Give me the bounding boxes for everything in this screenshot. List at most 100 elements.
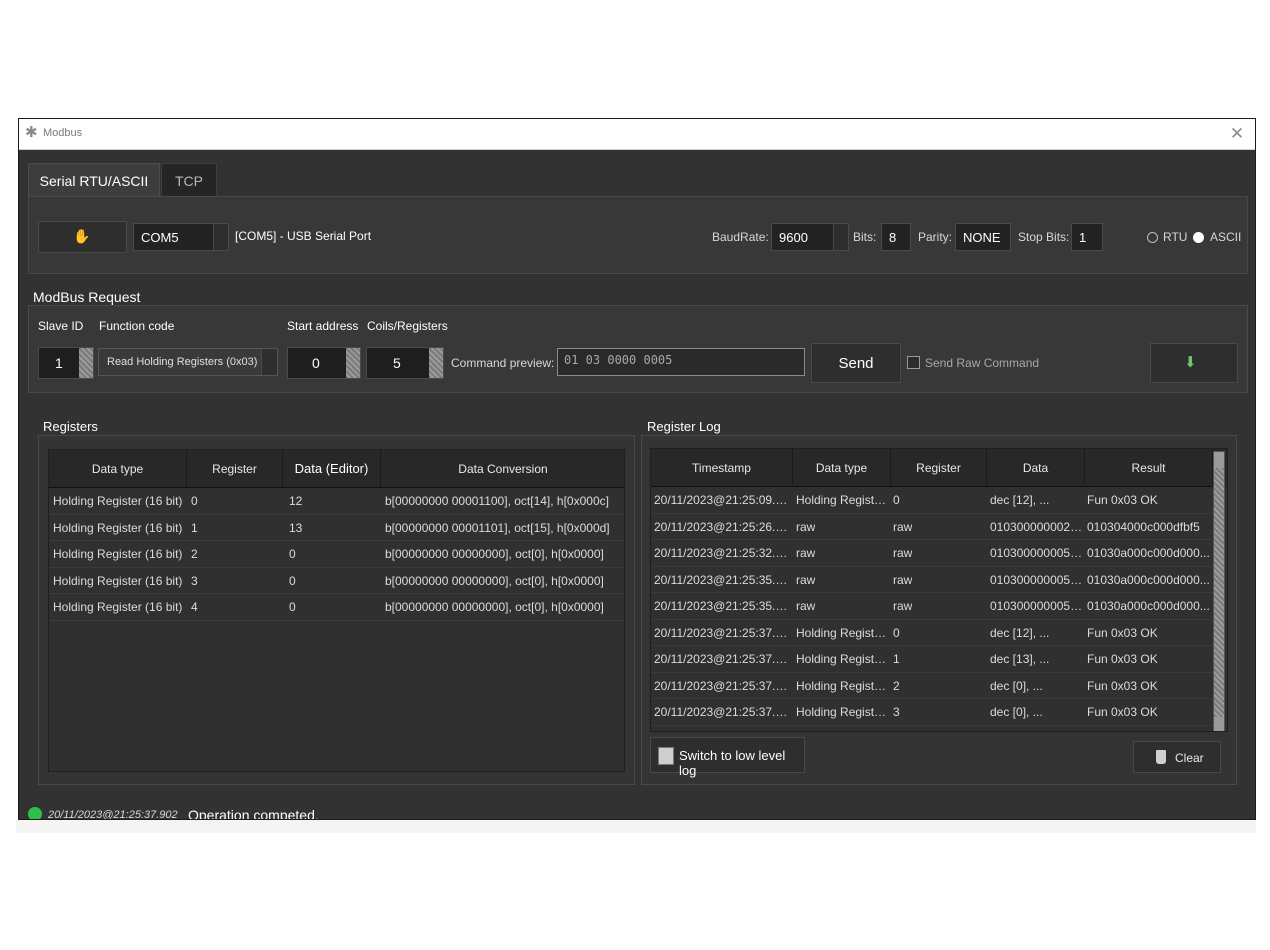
register-row[interactable]: Holding Register (16 bit) 2 0 b[00000000 00… <box>49 541 624 568</box>
cell-data-editor: 0 <box>289 600 296 614</box>
cell-result: Fun 0x03 OK <box>1087 493 1158 507</box>
stopbits-select[interactable]: 1 <box>1071 223 1103 251</box>
cell-result: 010304000c000dfbf5 <box>1087 519 1200 534</box>
tab-serial[interactable]: Serial RTU/ASCII <box>28 163 160 197</box>
col-data-conversion[interactable]: Data Conversion <box>381 450 624 488</box>
cell-timestamp: 20/11/2023@21:25:37.902 <box>654 705 794 719</box>
com-port-select[interactable]: COM5 <box>133 223 229 251</box>
cell-timestamp: 20/11/2023@21:25:37.902 <box>654 678 794 693</box>
cell-register: 4 <box>191 600 198 614</box>
col-timestamp[interactable]: Timestamp <box>651 449 793 487</box>
status-message: Operation competed. <box>188 807 319 820</box>
registers-title: Registers <box>43 419 98 434</box>
col-data-editor[interactable]: Data (Editor) <box>283 450 381 488</box>
col-log-data-type[interactable]: Data type <box>793 449 891 487</box>
parity-label: Parity: <box>918 230 953 244</box>
status-indicator <box>28 807 42 819</box>
log-row[interactable]: 20/11/2023@21:25:35.522 raw raw 01030000000… <box>651 593 1227 620</box>
register-row[interactable]: Holding Register (16 bit) 0 12 b[00000000 0… <box>49 488 624 515</box>
cell-data-conversion: b[00000000 00000000], oct[0], h[0x0000] <box>385 600 604 614</box>
mode-ascii-radio[interactable] <box>1193 232 1204 243</box>
slave-id-label: Slave ID <box>38 319 84 333</box>
coils-registers-stepper[interactable]: 5 <box>366 347 444 379</box>
scroll-down-arrow[interactable] <box>1214 717 1224 731</box>
log-row[interactable]: 20/11/2023@21:25:37.902 Holding Registe..… <box>651 646 1227 673</box>
log-row[interactable]: 20/11/2023@21:25:35.298 raw raw 01030000000… <box>651 567 1227 593</box>
log-row[interactable]: 20/11/2023@21:25:32.775 raw raw 01030000000… <box>651 540 1227 567</box>
port-description: [COM5] - USB Serial Port <box>235 229 372 243</box>
close-icon[interactable]: ✕ <box>1227 123 1247 145</box>
clear-log-button[interactable]: Clear <box>1133 741 1221 773</box>
log-scrollbar[interactable] <box>1213 451 1225 731</box>
cell-timestamp: 20/11/2023@21:25:32.775 <box>654 546 794 560</box>
register-row[interactable]: Holding Register (16 bit) 3 0 b[00000000 00… <box>49 568 624 594</box>
col-data-type[interactable]: Data type <box>49 450 187 488</box>
scroll-up-arrow[interactable] <box>1214 452 1224 468</box>
cell-data-type: Holding Registe... <box>796 678 890 693</box>
cell-register: 3 <box>893 705 900 719</box>
plug-icon: ✋ <box>73 228 91 244</box>
coils-registers-label: Coils/Registers <box>367 319 448 333</box>
cell-register: 0 <box>893 625 900 640</box>
switch-low-level-log-button[interactable]: Switch to low level log <box>650 737 805 778</box>
parity-select[interactable]: NONE <box>955 223 1011 251</box>
log-row[interactable]: 20/11/2023@21:25:37.902 Holding Registe..… <box>651 673 1227 699</box>
col-log-result[interactable]: Result <box>1085 449 1213 487</box>
col-log-data[interactable]: Data <box>987 449 1085 487</box>
cell-result: Fun 0x03 OK <box>1087 625 1158 640</box>
registers-table: Data type Register Data (Editor) Data Co… <box>48 449 625 772</box>
send-button[interactable]: Send <box>811 343 901 383</box>
serial-settings-panel: ✋ COM5 [COM5] - USB Serial Port BaudRate… <box>28 196 1248 274</box>
cell-data: 010300000002c... <box>990 519 1084 534</box>
status-timestamp: 20/11/2023@21:25:37.902 <box>48 809 178 820</box>
mode-rtu-radio[interactable] <box>1147 232 1158 243</box>
cell-data-type: Holding Registe... <box>796 625 890 640</box>
cell-result: 01030a000c000d000... <box>1087 546 1210 560</box>
cell-data-editor: 0 <box>289 547 296 561</box>
cell-data-editor: 12 <box>289 494 303 508</box>
cell-data: 0103000000058... <box>990 546 1084 560</box>
function-code-label: Function code <box>99 319 175 333</box>
cell-data: 0103000000058... <box>990 572 1084 587</box>
cell-data-conversion: b[00000000 00000000], oct[0], h[0x0000] <box>385 547 604 561</box>
send-raw-checkbox[interactable] <box>907 356 920 369</box>
col-register[interactable]: Register <box>187 450 283 488</box>
slave-id-stepper[interactable]: 1 <box>38 347 94 379</box>
tab-tcp[interactable]: TCP <box>161 163 217 197</box>
log-row[interactable]: 20/11/2023@21:25:09.879 Holding Registe..… <box>651 487 1227 514</box>
cell-data-type: raw <box>796 546 816 560</box>
log-row[interactable]: 20/11/2023@21:25:26.644 raw raw 01030000000… <box>651 514 1227 540</box>
cell-register: 1 <box>893 652 900 666</box>
title-bar: ✱ Modbus ✕ <box>19 119 1255 150</box>
log-row[interactable]: 20/11/2023@21:25:37.902 Holding Registe..… <box>651 699 1227 726</box>
bits-label: Bits: <box>853 230 877 244</box>
cell-register: 2 <box>191 547 198 561</box>
baudrate-label: BaudRate: <box>712 230 769 244</box>
cell-timestamp: 20/11/2023@21:25:26.644 <box>654 519 794 534</box>
bits-select[interactable]: 8 <box>881 223 911 251</box>
cell-result: 01030a000c000d000... <box>1087 599 1210 613</box>
cell-register: raw <box>893 546 913 560</box>
cell-data: dec [0], ... <box>990 705 1043 719</box>
cell-data-type: raw <box>796 519 816 534</box>
chevron-down-icon <box>833 224 848 250</box>
col-log-register[interactable]: Register <box>891 449 987 487</box>
register-row[interactable]: Holding Register (16 bit) 4 0 b[00000000 00… <box>49 594 624 621</box>
cell-data-type: Holding Registe... <box>796 705 890 719</box>
function-code-select[interactable]: Read Holding Registers (0x03) <box>98 348 278 376</box>
connect-button[interactable]: ✋ <box>38 221 127 253</box>
cell-data-editor: 13 <box>289 520 303 535</box>
start-address-stepper[interactable]: 0 <box>287 347 361 379</box>
cell-timestamp: 20/11/2023@21:25:09.879 <box>654 493 794 507</box>
register-log-body: 20/11/2023@21:25:09.879 Holding Registe..… <box>651 487 1227 726</box>
cell-register: raw <box>893 519 913 534</box>
cell-timestamp: 20/11/2023@21:25:37.902 <box>654 625 794 640</box>
cell-data-type: Holding Register (16 bit) <box>53 547 183 561</box>
baudrate-select[interactable]: 9600 <box>771 223 849 251</box>
register-row[interactable]: Holding Register (16 bit) 1 13 b[00000000 0… <box>49 515 624 541</box>
command-preview-label: Command preview: <box>451 356 555 370</box>
export-button[interactable]: ⬇ <box>1150 343 1238 383</box>
command-preview-field[interactable]: 01 03 0000 0005 <box>557 348 805 376</box>
log-row[interactable]: 20/11/2023@21:25:37.902 Holding Registe..… <box>651 620 1227 646</box>
cell-register: 0 <box>191 494 198 508</box>
